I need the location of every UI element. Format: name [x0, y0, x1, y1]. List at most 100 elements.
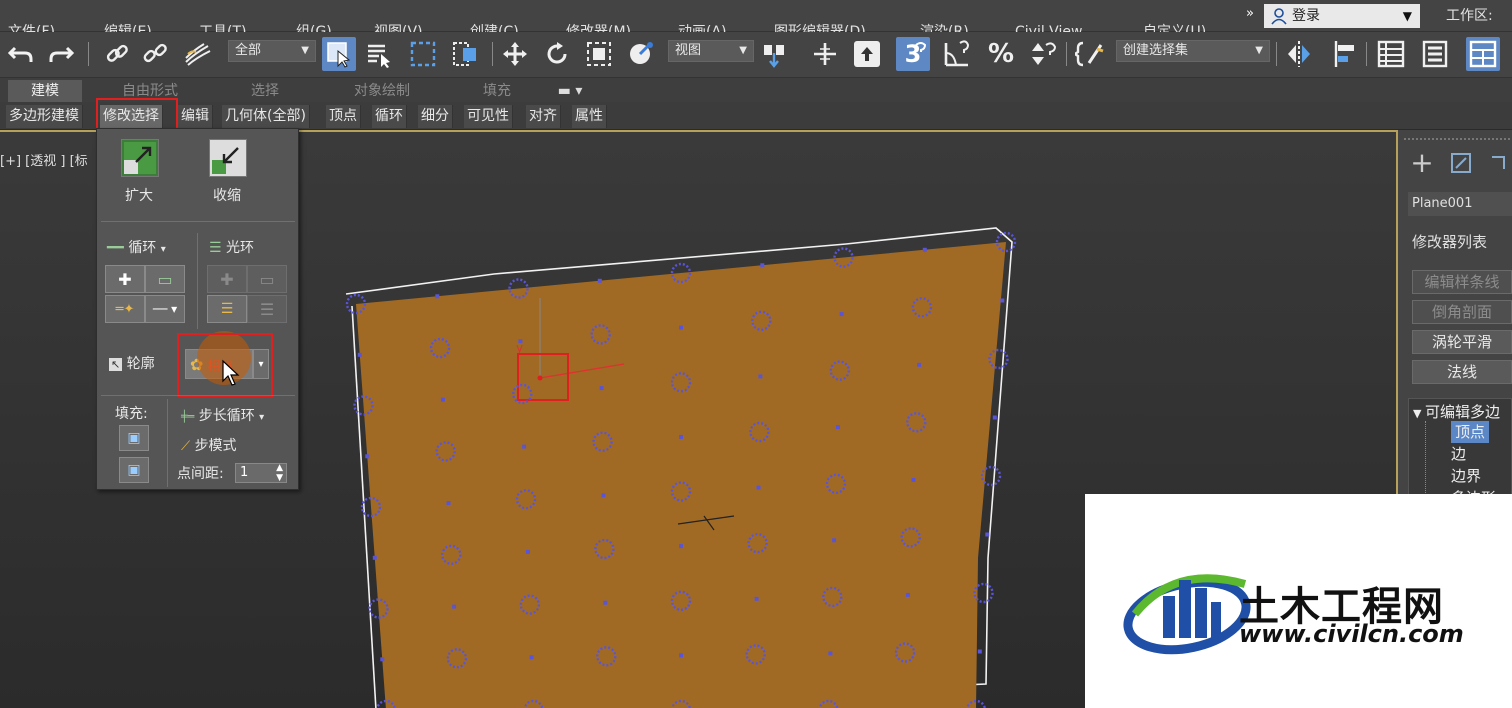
grow-icon[interactable]	[121, 139, 159, 177]
stack-item-edge[interactable]: 边	[1451, 443, 1466, 465]
stack-root-item[interactable]: ▼ 可编辑多边	[1413, 401, 1500, 422]
selection-filter-dropdown[interactable]: 全部 ▼	[228, 40, 316, 62]
vertex[interactable]	[839, 312, 844, 317]
percent-snap-icon[interactable]: %	[984, 37, 1018, 71]
stack-item-vertex[interactable]: 顶点	[1451, 421, 1490, 443]
loop-shrink-button[interactable]: ▭	[145, 265, 185, 293]
select-manipulate-icon[interactable]	[808, 37, 842, 71]
vertex[interactable]	[380, 657, 385, 662]
vertex[interactable]	[597, 278, 602, 283]
vertex[interactable]	[832, 538, 837, 543]
login-dropdown[interactable]: 登录 ▼	[1264, 4, 1420, 28]
subtab-subdivision[interactable]: 细分	[418, 105, 453, 128]
vertex[interactable]	[922, 247, 927, 252]
vertex[interactable]	[525, 549, 530, 554]
bind-space-warp-icon[interactable]	[180, 37, 214, 71]
snap-toggle-icon[interactable]: 3	[896, 37, 930, 71]
rectangular-selection-icon[interactable]	[406, 37, 440, 71]
mirror-icon[interactable]	[1282, 37, 1316, 71]
outline-button[interactable]: ↖ 轮廓	[109, 353, 155, 373]
undo-icon[interactable]	[4, 37, 38, 71]
step-loop-dropdown[interactable]: ╪═ 步长循环 ▾	[181, 405, 264, 425]
vertex[interactable]	[756, 485, 761, 490]
hierarchy-tab-icon[interactable]	[1490, 148, 1512, 178]
step-mode-button[interactable]: ⟋ 步模式	[181, 435, 237, 455]
vertex[interactable]	[835, 425, 840, 430]
unlink-icon[interactable]	[138, 37, 172, 71]
pivot-center-icon[interactable]	[758, 37, 792, 71]
vertex[interactable]	[754, 596, 759, 601]
select-by-name-icon[interactable]	[362, 37, 396, 71]
vertex[interactable]	[917, 362, 922, 367]
vertex[interactable]	[601, 493, 606, 498]
vertex[interactable]	[760, 263, 765, 268]
toggle-ribbon-icon[interactable]	[1466, 37, 1500, 71]
fill-button[interactable]: ▣	[119, 425, 149, 451]
subtab-edit[interactable]: 编辑	[178, 105, 213, 128]
ribbon-options-icon[interactable]: ▬ ▾	[552, 80, 588, 102]
move-icon[interactable]	[498, 37, 532, 71]
edit-spline-button[interactable]: 编辑样条线	[1412, 270, 1512, 294]
vertex[interactable]	[679, 325, 683, 330]
vertex[interactable]	[452, 604, 457, 609]
tab-modeling[interactable]: 建模	[8, 80, 82, 102]
vertex[interactable]	[679, 544, 683, 549]
ring-button[interactable]: ☰ 光环	[209, 237, 254, 257]
ring-list-button[interactable]: ☰	[247, 295, 287, 323]
align-icon[interactable]	[1326, 37, 1360, 71]
object-name-field[interactable]: Plane001	[1408, 192, 1512, 216]
loop-grow-button[interactable]: ✚	[105, 265, 145, 293]
spinner-snap-icon[interactable]	[1026, 37, 1060, 71]
vertex[interactable]	[599, 386, 604, 391]
loop-dropdown[interactable]: ━━ 循环 ▾	[107, 237, 166, 257]
vertex[interactable]	[372, 555, 377, 560]
place-icon[interactable]	[624, 37, 658, 71]
vertex[interactable]	[365, 454, 370, 459]
ring-grow-button[interactable]: ✚	[207, 265, 247, 293]
vertex[interactable]	[911, 477, 916, 482]
vertex[interactable]	[977, 649, 982, 654]
vertex[interactable]	[529, 655, 534, 660]
shrink-icon[interactable]	[209, 139, 247, 177]
menu-overflow-icon[interactable]: »	[1246, 6, 1254, 21]
modify-tab-icon[interactable]	[1446, 148, 1476, 178]
vertex[interactable]	[828, 651, 833, 656]
keyboard-shortcut-icon[interactable]	[850, 37, 884, 71]
tab-populate[interactable]: 填充	[466, 80, 528, 102]
named-selection-dropdown[interactable]: 创建选择集 ▼	[1116, 40, 1270, 62]
loop-dash-button[interactable]: ── ▾	[145, 295, 185, 323]
vertex[interactable]	[905, 592, 910, 597]
vertex[interactable]	[446, 501, 451, 506]
normal-button[interactable]: 法线	[1412, 360, 1512, 384]
create-tab-icon[interactable]: +	[1404, 144, 1440, 180]
vertex[interactable]	[357, 352, 362, 357]
point-distance-spinner[interactable]: 1 ▲ ▼	[235, 463, 287, 483]
turbosmooth-button[interactable]: 涡轮平滑	[1412, 330, 1512, 354]
vertex[interactable]	[522, 444, 527, 449]
subtab-loops[interactable]: 循环	[372, 105, 407, 128]
subtab-align[interactable]: 对齐	[526, 105, 561, 128]
vertex[interactable]	[440, 397, 445, 402]
angle-snap-icon[interactable]	[940, 37, 974, 71]
ring-shrink-button[interactable]: ▭	[247, 265, 287, 293]
ring-mode-button[interactable]: ☰	[207, 295, 247, 323]
tab-object-paint[interactable]: 对象绘制	[336, 80, 428, 102]
scene-explorer-icon[interactable]	[1374, 37, 1408, 71]
modifier-list-dropdown[interactable]: 修改器列表	[1408, 230, 1512, 254]
select-object-icon[interactable]	[322, 37, 356, 71]
window-crossing-icon[interactable]	[448, 37, 482, 71]
vertex[interactable]	[603, 600, 608, 605]
subtab-geometry-all[interactable]: 几何体(全部)	[222, 105, 310, 128]
vertex[interactable]	[758, 374, 763, 379]
bevel-profile-button[interactable]: 倒角剖面	[1412, 300, 1512, 324]
rotate-icon[interactable]	[540, 37, 574, 71]
subtab-visibility[interactable]: 可见性	[464, 105, 513, 128]
loop-mode-button[interactable]: ═✦	[105, 295, 145, 323]
stack-item-border[interactable]: 边界	[1451, 465, 1481, 487]
subtab-vertices[interactable]: 顶点	[326, 105, 361, 128]
scale-icon[interactable]	[582, 37, 616, 71]
vertex[interactable]	[679, 434, 683, 439]
edit-named-selection-icon[interactable]	[1074, 37, 1108, 71]
link-icon[interactable]	[100, 37, 134, 71]
workspace-label[interactable]: 工作区:	[1446, 0, 1493, 32]
